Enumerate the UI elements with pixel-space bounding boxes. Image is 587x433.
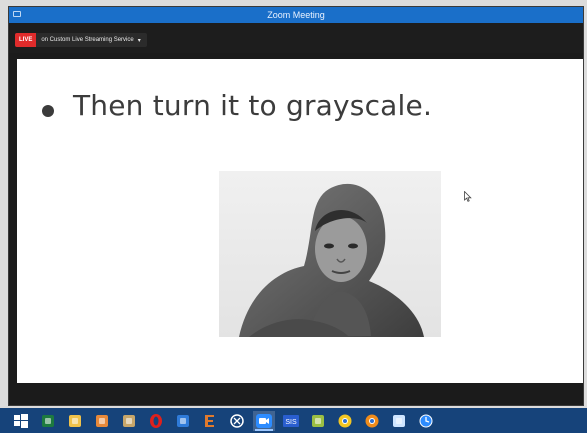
- portrait-illustration: [219, 171, 441, 337]
- art-tool-icon[interactable]: [118, 411, 140, 431]
- monitor-icon[interactable]: [388, 411, 410, 431]
- live-badge: LIVE: [15, 33, 37, 47]
- bullet-point: [42, 105, 54, 117]
- svg-text:SIS: SIS: [285, 419, 297, 426]
- live-streaming-dropdown[interactable]: LIVE on Custom Live Streaming Service ▾: [15, 33, 147, 47]
- chevron-down-icon: ▾: [137, 37, 141, 44]
- windows-taskbar: SIS: [0, 408, 587, 433]
- brush-icon[interactable]: [307, 411, 329, 431]
- chrome-alt-icon[interactable]: [361, 411, 383, 431]
- grayscale-portrait-photo: [219, 171, 441, 337]
- live-service-label: on Custom Live Streaming Service: [41, 37, 134, 43]
- zoom-window: Zoom Meeting LIVE on Custom Live Streami…: [8, 6, 584, 406]
- shared-slide: Then turn it to grayscale.: [17, 59, 583, 383]
- live-stream-bar: LIVE on Custom Live Streaming Service ▾: [9, 23, 583, 53]
- excel-icon[interactable]: [37, 411, 59, 431]
- paint-icon[interactable]: [91, 411, 113, 431]
- window-title: Zoom Meeting: [267, 10, 325, 20]
- letter-e-icon[interactable]: [199, 411, 221, 431]
- sis-icon[interactable]: SIS: [280, 411, 302, 431]
- start-icon[interactable]: [10, 411, 32, 431]
- opera-icon[interactable]: [145, 411, 167, 431]
- title-bar[interactable]: Zoom Meeting: [9, 7, 583, 23]
- chrome-like-icon[interactable]: [226, 411, 248, 431]
- chrome-icon[interactable]: [334, 411, 356, 431]
- clock-icon[interactable]: [415, 411, 437, 431]
- zoom-icon[interactable]: [253, 410, 275, 431]
- app-icon[interactable]: [172, 411, 194, 431]
- mouse-cursor-icon: [464, 189, 472, 207]
- file-explorer-icon[interactable]: [64, 411, 86, 431]
- slide-bullet-text: Then turn it to grayscale.: [73, 89, 433, 122]
